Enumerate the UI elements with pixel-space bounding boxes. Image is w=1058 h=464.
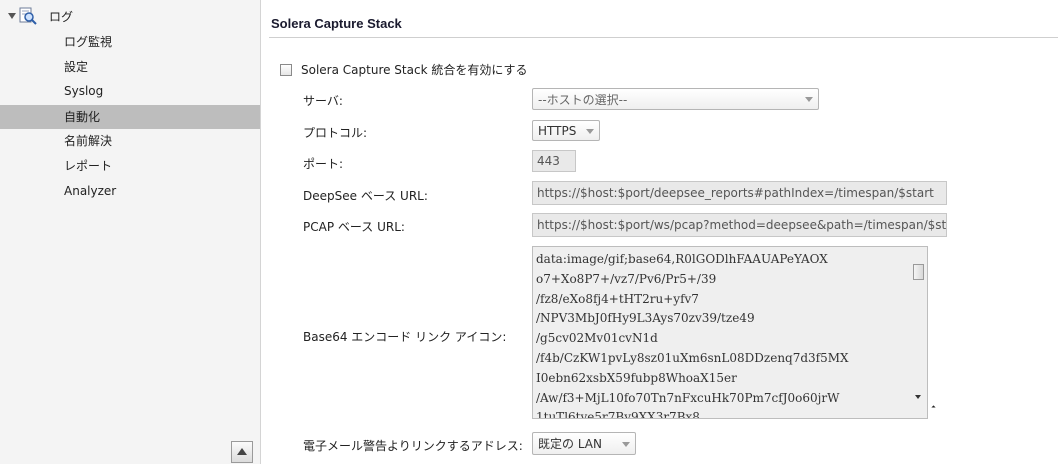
deepsee-url-label: DeepSee ベース URL: — [303, 189, 428, 203]
sidebar-item-name-resolution[interactable]: 名前解決 — [0, 129, 260, 153]
sidebar-item-automation[interactable]: 自動化 — [0, 105, 260, 129]
chevron-down-icon — [586, 128, 594, 134]
protocol-select-value: HTTPS — [538, 123, 577, 138]
email-link-label: 電子メール警告よりリンクするアドレス: — [303, 439, 523, 453]
port-label: ポート: — [303, 157, 344, 171]
enable-integration-label: Solera Capture Stack 統合を有効にする — [301, 63, 528, 77]
log-magnifier-icon — [19, 7, 37, 25]
tree-root-label: ログ — [49, 9, 74, 24]
collapse-arrow-icon[interactable] — [8, 13, 16, 19]
pcap-url-input[interactable]: https://$host:$port/ws/pcap?method=deeps… — [532, 213, 947, 237]
chevron-down-icon — [805, 97, 813, 102]
enable-integration-row: Solera Capture Stack 統合を有効にする — [280, 61, 527, 78]
email-link-select[interactable]: 既定の LAN — [532, 432, 636, 455]
section-title: Solera Capture Stack — [271, 16, 402, 31]
sidebar: ログ ログ監視 設定 Syslog 自動化 名前解決 レポート Analyzer — [0, 0, 261, 464]
chevron-down-icon — [622, 441, 630, 447]
textarea-scrollbar[interactable] — [912, 264, 926, 399]
base64-icon-text: data:image/gif;base64,R0lGODlhFAAUAPeYAO… — [536, 252, 849, 418]
scroll-to-top-button[interactable] — [231, 441, 253, 463]
main-panel: Solera Capture Stack Solera Capture Stac… — [261, 0, 1058, 464]
scrollbar-thumb[interactable] — [913, 264, 924, 280]
tree-node-log[interactable]: ログ — [8, 6, 73, 26]
protocol-select[interactable]: HTTPS — [532, 120, 600, 141]
email-link-select-value: 既定の LAN — [538, 437, 602, 451]
protocol-label: プロトコル: — [303, 126, 368, 140]
icon-field-label: Base64 エンコード リンク アイコン: — [303, 330, 507, 344]
port-input[interactable]: 443 — [532, 150, 576, 172]
scroll-down-arrow-icon[interactable] — [915, 395, 921, 399]
sidebar-item-settings[interactable]: 設定 — [0, 55, 260, 79]
section-divider — [269, 37, 1058, 38]
pcap-url-label: PCAP ベース URL: — [303, 220, 405, 234]
base64-icon-textarea[interactable]: data:image/gif;base64,R0lGODlhFAAUAPeYAO… — [532, 246, 928, 419]
sidebar-item-log-monitor[interactable]: ログ監視 — [0, 30, 260, 54]
server-select[interactable]: --ホストの選択-- — [532, 88, 819, 110]
deepsee-url-input[interactable]: https://$host:$port/deepsee_reports#path… — [532, 181, 947, 205]
sidebar-item-analyzer[interactable]: Analyzer — [0, 179, 260, 203]
sidebar-item-syslog[interactable]: Syslog — [0, 79, 260, 103]
sidebar-item-report[interactable]: レポート — [0, 154, 260, 178]
resize-handle-icon[interactable] — [931, 405, 936, 410]
server-select-value: --ホストの選択-- — [538, 92, 628, 107]
server-label: サーバ: — [303, 94, 343, 108]
enable-integration-checkbox[interactable] — [280, 63, 292, 76]
